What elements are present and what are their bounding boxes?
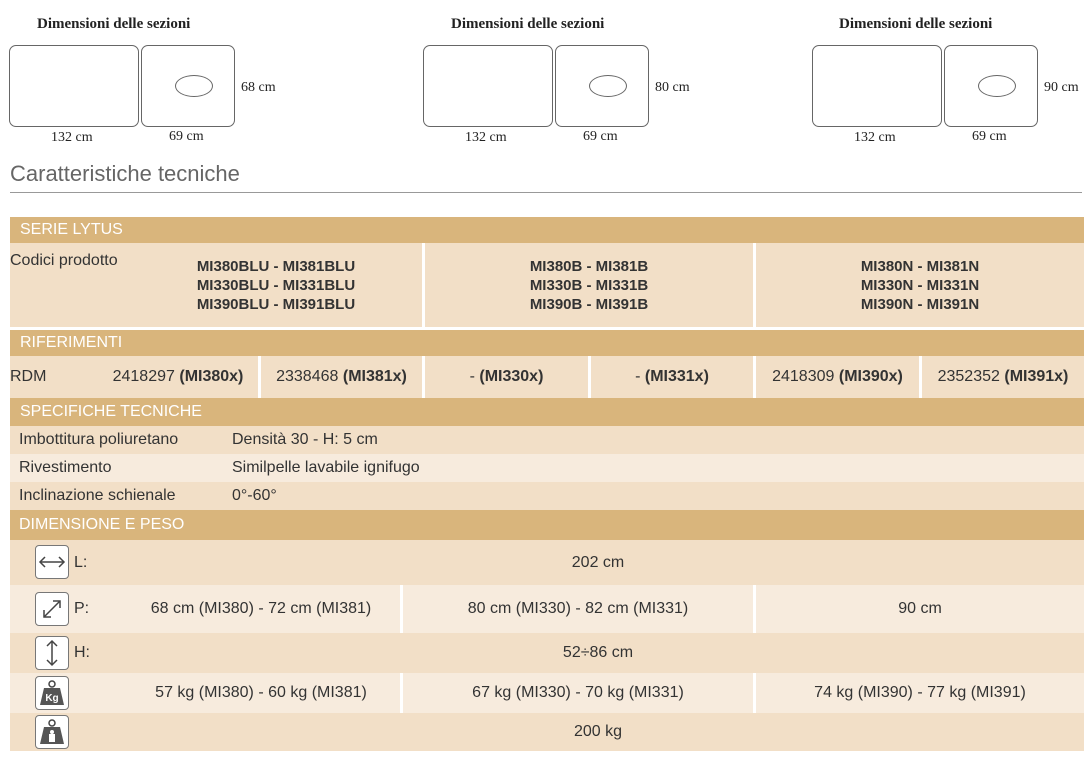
rdm-cell: 2418309 (MI390x) [772,368,903,385]
face-hole [175,75,213,97]
riferimenti-header: RIFERIMENTI [10,330,1084,356]
section-body [812,45,942,127]
diagram-title: Dimensioni delle sezioni [37,16,191,32]
product-code: MI330BLU - MI331BLU [196,276,356,294]
max-load-row: 200 kg [10,713,1084,751]
diagram-title: Dimensioni delle sezioni [451,16,605,32]
length-label: 69 cm [583,129,618,144]
weight-value: 57 kg (MI380) - 60 kg (MI381) [155,684,367,701]
height-value: 52÷86 cm [562,644,634,661]
code-group-blu: MI380BLU - MI381BLU MI330BLU - MI331BLU … [130,243,422,327]
length-label: 69 cm [972,129,1007,144]
rdm-row: RDM 2418297 (MI380x) 2338468 (MI381x) - … [10,356,1084,398]
depth-value: 68 cm (MI380) - 72 cm (MI381) [150,600,372,617]
max-load-value: 200 kg [573,723,623,740]
depth-row: P: 68 cm (MI380) - 72 cm (MI381) 80 cm (… [10,585,1084,633]
specifiche-header: SPECIFICHE TECNICHE [10,398,1084,426]
height-arrow-icon [35,636,69,670]
section-head [141,45,235,127]
length-label: 69 cm [169,129,204,144]
rdm-cell: 2352352 (MI391x) [937,368,1069,385]
weight-value: 74 kg (MI390) - 77 kg (MI391) [814,684,1026,701]
spec-label: Inclinazione schienale [19,487,176,504]
divider [10,192,1082,193]
length-label: L: [74,553,88,571]
width-label: 80 cm [655,80,690,95]
length-row: L: 202 cm [10,540,1084,585]
depth-arrow-icon [35,592,69,626]
depth-value: 80 cm (MI330) - 82 cm (MI331) [467,600,689,617]
height-label: H: [74,644,90,661]
rdm-cell: - (MI331x) [635,368,709,385]
dimensione-header: DIMENSIONE E PESO [10,510,1084,540]
weight-kg-icon: Kg [35,676,69,710]
diagram-title: Dimensioni delle sezioni [839,16,993,32]
length-arrow-icon [35,545,69,579]
product-code: MI380N - MI381N [860,257,980,275]
length-label: 132 cm [465,130,507,145]
length-value: 202 cm [571,553,625,571]
width-label: 90 cm [1044,80,1079,95]
product-codes-row: Codici prodotto MI380BLU - MI381BLU MI33… [10,243,1084,327]
code-group-n: MI380N - MI381N MI330N - MI331N MI390N -… [756,243,1084,327]
spec-row: Rivestimento Similpelle lavabile ignifug… [10,454,1084,482]
length-label: 132 cm [51,130,93,145]
rdm-cell: - (MI330x) [469,368,544,385]
product-code: MI390N - MI391N [860,295,980,313]
spec-value: Densità 30 - H: 5 cm [232,431,378,448]
section-body [9,45,139,127]
spec-label: Imbottitura poliuretano [19,431,179,448]
spec-value: Similpelle lavabile ignifugo [232,459,420,476]
face-hole [589,75,627,97]
product-code: MI390B - MI391B [529,295,649,313]
product-codes-label: Codici prodotto [10,252,118,269]
section-body [423,45,553,127]
rdm-cell: 2338468 (MI381x) [276,368,407,385]
spec-label: Rivestimento [19,459,112,476]
weight-row: Kg 57 kg (MI380) - 60 kg (MI381) 67 kg (… [10,673,1084,713]
product-code: MI380B - MI381B [529,257,649,275]
length-label: 132 cm [854,130,896,145]
weight-value: 67 kg (MI330) - 70 kg (MI331) [472,684,684,701]
rdm-cell: 2418297 (MI380x) [112,368,244,385]
section-head [944,45,1038,127]
section-head [555,45,649,127]
product-code: MI380BLU - MI381BLU [196,257,356,275]
svg-text:Kg: Kg [45,693,58,704]
max-load-icon [35,715,69,749]
product-code: MI330B - MI331B [529,276,649,294]
spec-value: 0°-60° [232,487,277,504]
serie-header: SERIE LYTUS [10,217,1084,243]
rdm-label: RDM [10,368,47,385]
height-row: H: 52÷86 cm [10,633,1084,673]
spec-row: Inclinazione schienale 0°-60° [10,482,1084,510]
product-code: MI390BLU - MI391BLU [196,295,356,313]
section-title: Caratteristiche tecniche [10,161,240,186]
spec-row: Imbottitura poliuretano Densità 30 - H: … [10,426,1084,454]
depth-value: 90 cm [898,600,942,617]
code-group-b: MI380B - MI381B MI330B - MI331B MI390B -… [425,243,753,327]
product-code: MI330N - MI331N [860,276,980,294]
width-label: 68 cm [241,80,276,95]
face-hole [978,75,1016,97]
